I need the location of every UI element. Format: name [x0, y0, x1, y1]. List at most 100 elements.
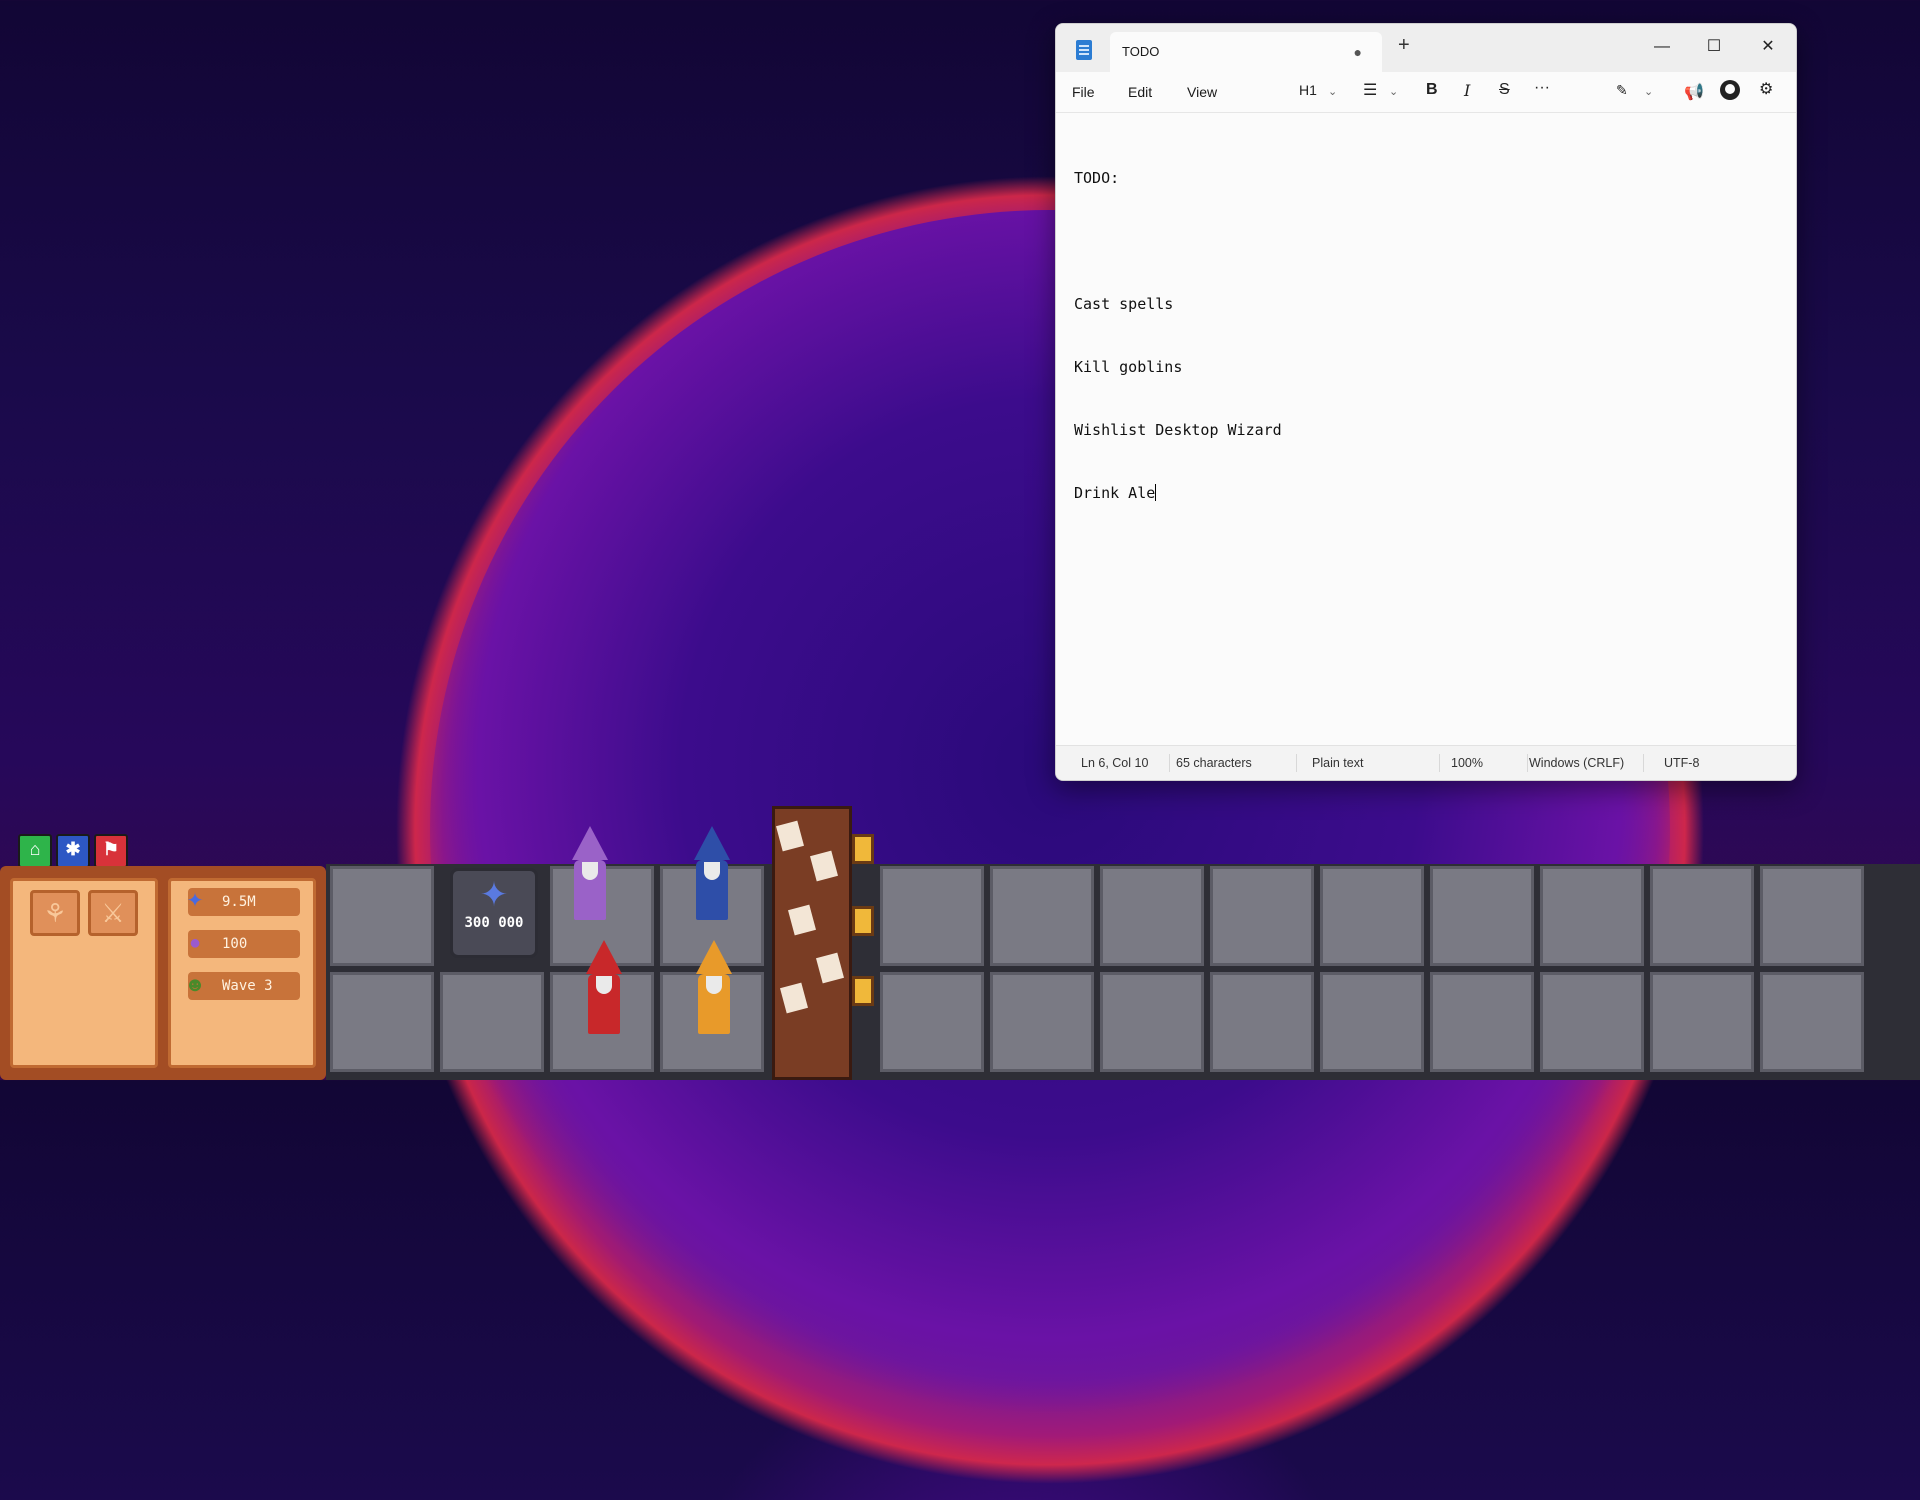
- wizard-orange[interactable]: [686, 940, 742, 1040]
- wizard-beard: [582, 862, 598, 880]
- maximize-button[interactable]: ☐: [1692, 32, 1736, 62]
- paper-note: [780, 982, 808, 1014]
- attack-button[interactable]: ⚔: [88, 890, 138, 936]
- grid-cell[interactable]: [1540, 972, 1644, 1072]
- mana-counter: ✦ 9.5M: [187, 888, 300, 916]
- chevron-down-icon[interactable]: ⌄: [1389, 85, 1398, 98]
- divider: [1296, 754, 1297, 772]
- wizard-hat: [572, 826, 608, 860]
- new-tab-button[interactable]: +: [1398, 34, 1410, 57]
- text-line: TODO:: [1074, 169, 1120, 187]
- wizard-beard: [704, 862, 720, 880]
- grid-cell[interactable]: [330, 866, 434, 966]
- tab-todo[interactable]: TODO ●: [1110, 32, 1382, 72]
- flag-button[interactable]: ⚑: [94, 834, 128, 868]
- bold-button[interactable]: B: [1426, 81, 1438, 99]
- unsaved-dot-icon[interactable]: ●: [1354, 44, 1362, 60]
- mana-purchase-tile[interactable]: ✦ 300 000: [450, 868, 538, 958]
- game-settings-button[interactable]: ✱: [56, 834, 90, 868]
- home-icon: ⌂: [29, 839, 41, 859]
- goblin-icon: ☻: [184, 974, 206, 996]
- text-line-content: Drink Ale: [1074, 484, 1156, 502]
- grid-cell[interactable]: [1430, 866, 1534, 966]
- mana-star-icon: ✦: [479, 876, 509, 914]
- wizard-beard: [596, 976, 612, 994]
- grid-cell[interactable]: [1320, 866, 1424, 966]
- text-line: Wishlist Desktop Wizard: [1074, 421, 1282, 439]
- chevron-down-icon[interactable]: ⌄: [1644, 85, 1653, 98]
- divider: [1527, 754, 1528, 772]
- close-button[interactable]: ✕: [1746, 32, 1790, 62]
- tab-title: TODO: [1122, 44, 1160, 59]
- copilot-icon[interactable]: ✎: [1616, 82, 1628, 99]
- paper-note: [788, 904, 816, 936]
- line-ending[interactable]: Windows (CRLF): [1529, 756, 1624, 770]
- cursor-position: Ln 6, Col 10: [1081, 756, 1149, 770]
- text-editor[interactable]: TODO: Cast spells Kill goblins Wishlist …: [1074, 126, 1282, 546]
- menu-bar: File Edit View H1 ⌄ ☰ ⌄ B I S ··· ✎ ⌄ 📢 …: [1056, 72, 1796, 113]
- grid-cell[interactable]: [1100, 972, 1204, 1072]
- bookshelf[interactable]: [772, 806, 852, 1080]
- italic-button[interactable]: I: [1464, 81, 1470, 100]
- divider: [1439, 754, 1440, 772]
- text-format[interactable]: Plain text: [1312, 756, 1363, 770]
- status-bar: Ln 6, Col 10 65 characters Plain text 10…: [1056, 745, 1796, 780]
- strikethrough-button[interactable]: S: [1499, 81, 1510, 99]
- more-icon[interactable]: ···: [1534, 79, 1550, 97]
- gear-icon: ✱: [65, 839, 81, 859]
- grid-cell[interactable]: [1540, 866, 1644, 966]
- menu-file[interactable]: File: [1072, 84, 1095, 100]
- zoom-level[interactable]: 100%: [1451, 756, 1483, 770]
- text-line-current: Drink Ale: [1074, 483, 1282, 504]
- grid-cell[interactable]: [440, 972, 544, 1072]
- wizard-purple[interactable]: [562, 826, 618, 926]
- menu-view[interactable]: View: [1187, 84, 1217, 100]
- grid-cell[interactable]: [1650, 866, 1754, 966]
- gem-icon: ●: [188, 932, 202, 954]
- title-bar[interactable]: TODO ● + — ☐ ✕: [1056, 24, 1796, 72]
- notepad-app-icon: [1076, 40, 1092, 60]
- paper-note: [810, 850, 838, 882]
- menu-edit[interactable]: Edit: [1128, 84, 1152, 100]
- text-caret: [1155, 484, 1157, 501]
- lantern-icon: [852, 976, 874, 1006]
- grid-cell[interactable]: [330, 972, 434, 1072]
- gem-counter: ● 100: [188, 930, 300, 958]
- text-line: Cast spells: [1074, 295, 1174, 313]
- mana-price: 300 000: [464, 915, 524, 931]
- mana-value: 9.5M: [222, 894, 256, 910]
- account-icon[interactable]: [1720, 80, 1740, 100]
- text-line: Kill goblins: [1074, 358, 1183, 376]
- grid-cell[interactable]: [1210, 866, 1314, 966]
- wizard-hat: [696, 940, 732, 974]
- grid-cell[interactable]: [1430, 972, 1534, 1072]
- minimize-button[interactable]: —: [1640, 32, 1684, 62]
- home-button[interactable]: ⌂: [18, 834, 52, 868]
- grid-cell[interactable]: [1650, 972, 1754, 1072]
- megaphone-icon[interactable]: 📢: [1684, 82, 1704, 102]
- chevron-down-icon[interactable]: ⌄: [1328, 85, 1337, 98]
- text-line: [1074, 231, 1282, 252]
- paper-note: [816, 952, 844, 984]
- grid-cell[interactable]: [1320, 972, 1424, 1072]
- heading-button[interactable]: H1: [1299, 82, 1317, 98]
- wave-value: Wave 3: [222, 978, 273, 994]
- notepad-window: TODO ● + — ☐ ✕ File Edit View H1 ⌄ ☰ ⌄ B…: [1055, 23, 1797, 781]
- grid-cell[interactable]: [880, 866, 984, 966]
- grid-cell[interactable]: [1760, 866, 1864, 966]
- grid-cell[interactable]: [1210, 972, 1314, 1072]
- grid-cell[interactable]: [990, 972, 1094, 1072]
- grid-cell[interactable]: [1100, 866, 1204, 966]
- gem-value: 100: [222, 936, 248, 952]
- encoding[interactable]: UTF-8: [1664, 756, 1699, 770]
- gear-icon[interactable]: ⚙: [1759, 79, 1773, 99]
- sword-icon: ⚔: [101, 898, 125, 928]
- grid-cell[interactable]: [1760, 972, 1864, 1072]
- wizard-red[interactable]: [576, 940, 632, 1040]
- list-icon[interactable]: ☰: [1363, 80, 1377, 100]
- grid-cell[interactable]: [990, 866, 1094, 966]
- divider: [1643, 754, 1644, 772]
- skill-tree-button[interactable]: ⚘: [30, 890, 80, 936]
- grid-cell[interactable]: [880, 972, 984, 1072]
- wizard-blue[interactable]: [684, 826, 740, 926]
